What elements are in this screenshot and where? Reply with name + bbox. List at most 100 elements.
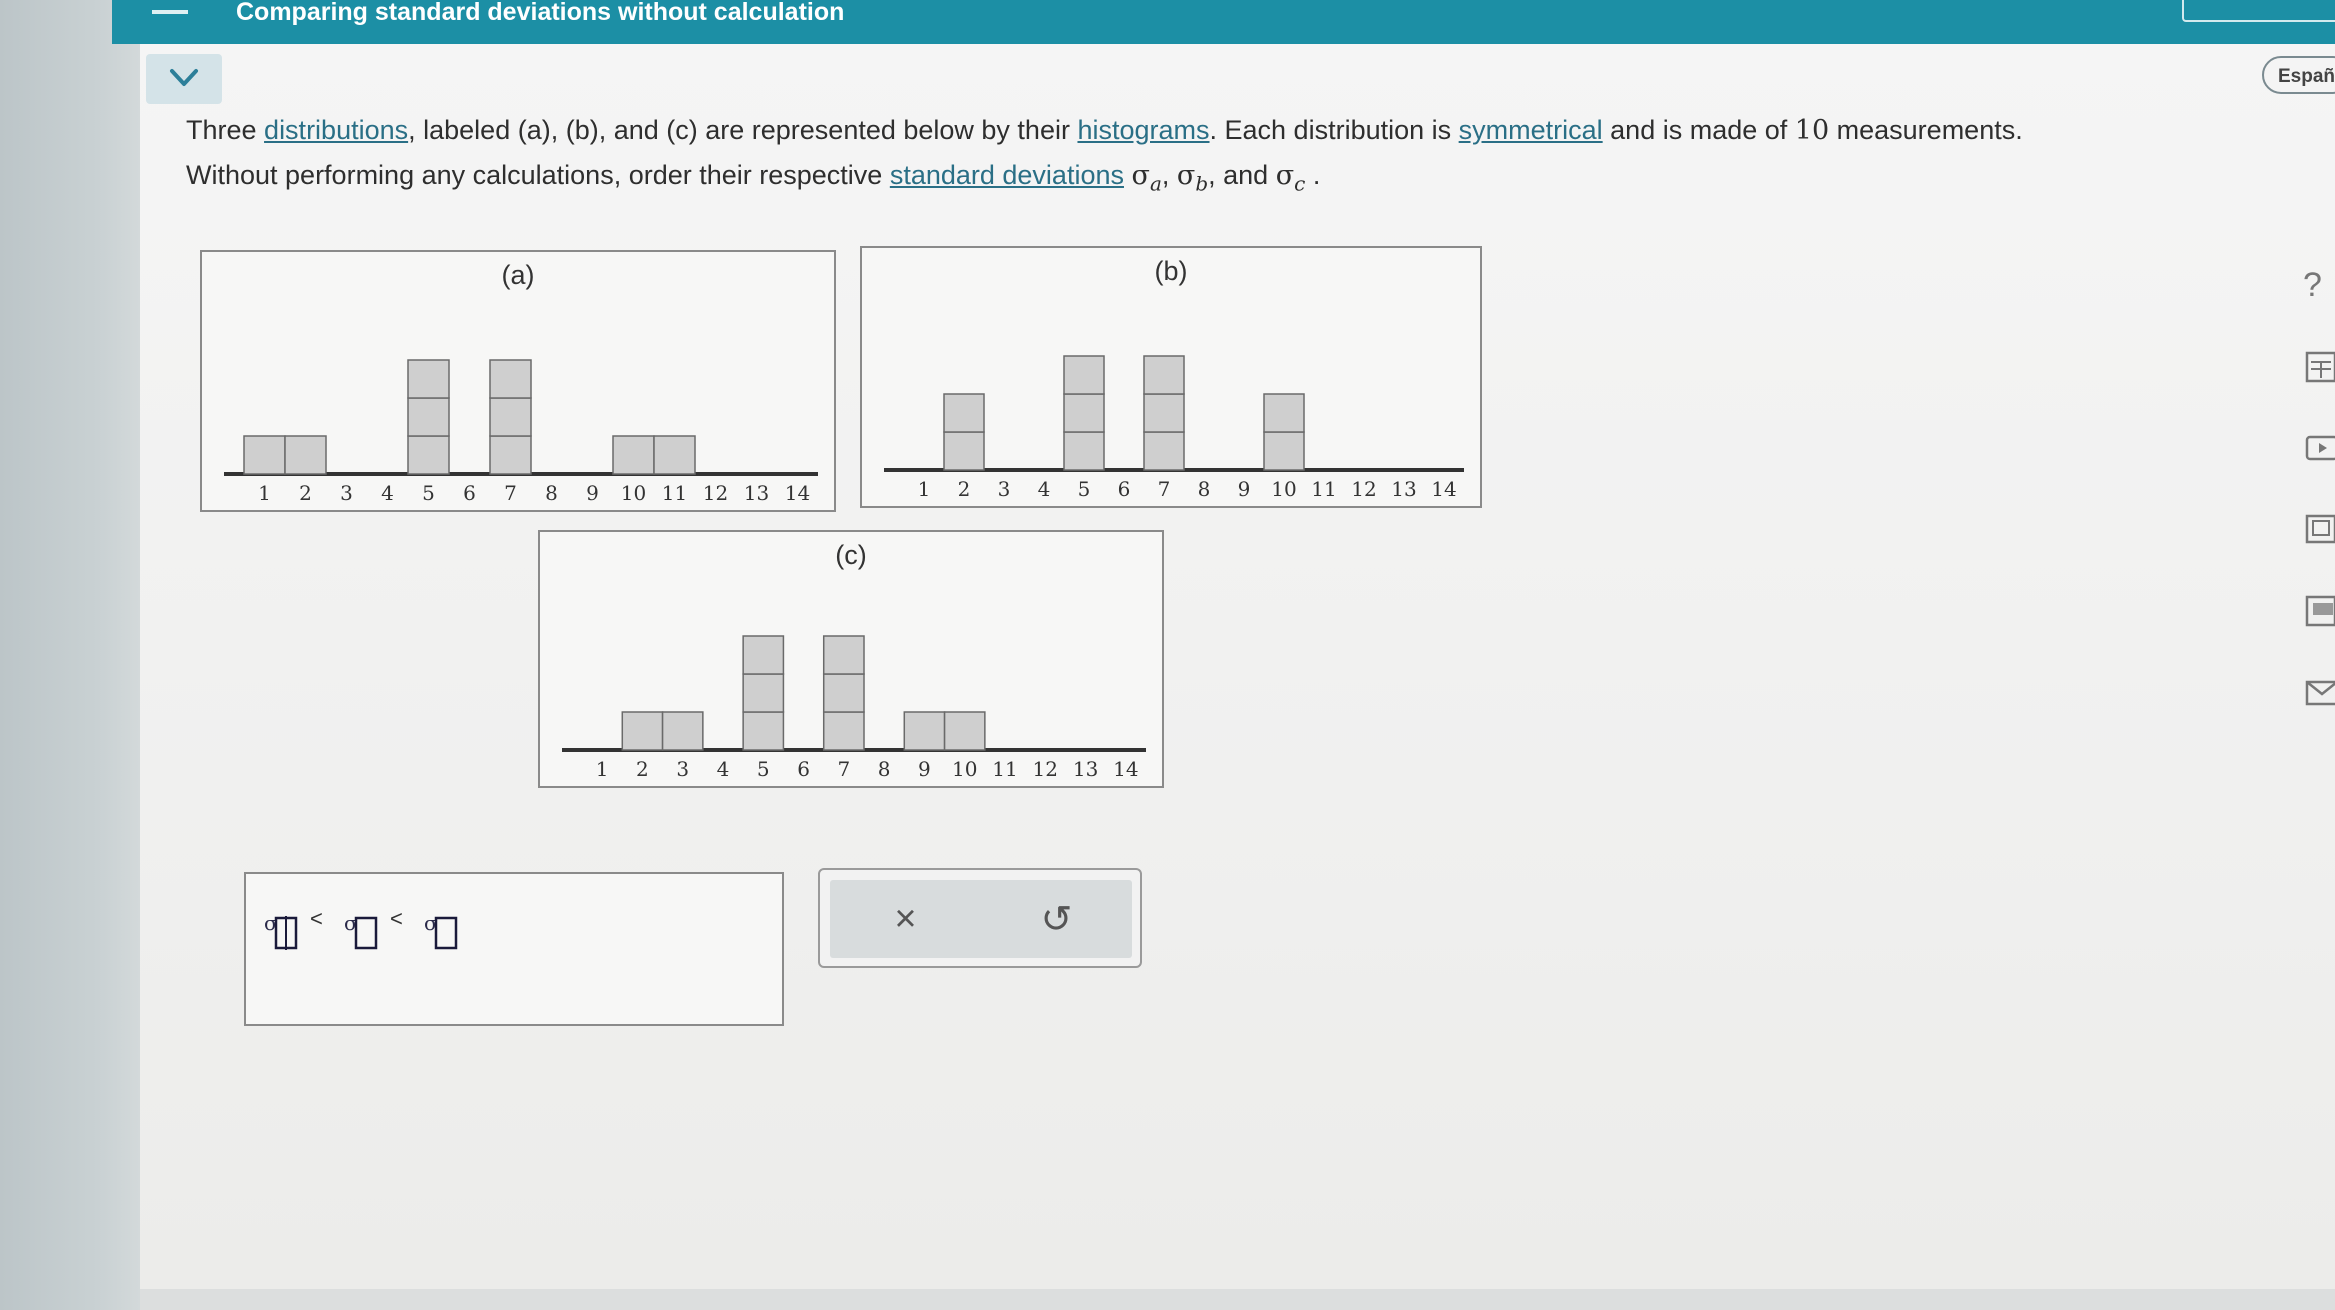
tick-label: 12 <box>1033 757 1058 781</box>
tick-label: 3 <box>676 757 689 781</box>
language-button[interactable]: Españo <box>2262 56 2335 94</box>
tick-label: 11 <box>662 481 687 505</box>
problem-text: measurements. <box>1829 115 2023 145</box>
problem-text: . Each distribution is <box>1209 115 1459 145</box>
histogram-bar <box>742 711 785 751</box>
histogram-bar <box>903 711 946 751</box>
histogram-bar <box>489 359 532 399</box>
histogram-bar <box>1143 393 1185 433</box>
sigma-b: σb <box>1176 160 1209 196</box>
histogram-bar <box>742 635 785 675</box>
histogram-c-plot: 1 2 3 4 5 6 7 8 9 10 11 12 13 14 <box>562 635 1146 781</box>
tick-label: 6 <box>797 757 810 781</box>
tick-label: 9 <box>1238 477 1251 501</box>
less-than-symbol: < <box>310 906 323 931</box>
video-icon[interactable] <box>2303 432 2335 466</box>
histogram-bar <box>661 711 704 751</box>
histogram-bar <box>243 435 286 475</box>
tool-panel: × ↺ <box>818 868 1142 968</box>
histogram-bar <box>407 397 450 437</box>
glossary-icon[interactable] <box>2303 594 2335 628</box>
tick-label: 13 <box>1391 477 1416 501</box>
screen-bezel-left <box>0 0 140 1310</box>
histogram-bar <box>489 435 532 475</box>
tick-label: 7 <box>504 481 517 505</box>
chevron-down-icon <box>170 69 198 86</box>
tick-label: 14 <box>1431 477 1456 501</box>
symmetrical-link[interactable]: symmetrical <box>1459 115 1603 145</box>
tick-label: 12 <box>1351 477 1376 501</box>
tick-label: 2 <box>636 757 649 781</box>
histogram-bar <box>407 435 450 475</box>
textbook-icon[interactable] <box>2303 512 2335 546</box>
histogram-bar <box>822 711 865 751</box>
tick-label: 1 <box>918 477 931 501</box>
tick-label: 9 <box>918 757 931 781</box>
problem-line-1: Three distributions, labeled (a), (b), a… <box>186 108 2186 153</box>
histogram-c: (c) 1 2 3 4 5 6 7 8 9 10 11 12 13 14 <box>538 530 1164 788</box>
histogram-bar <box>1263 393 1305 433</box>
problem-text: Three <box>186 115 265 145</box>
histogram-bar <box>1063 355 1105 395</box>
tick-label: 6 <box>1118 477 1131 501</box>
message-icon[interactable] <box>2303 676 2335 710</box>
tick-label: 5 <box>422 481 435 505</box>
answer-slot-2[interactable] <box>354 916 378 950</box>
tick-label: 7 <box>837 757 850 781</box>
tick-label: 8 <box>878 757 891 781</box>
less-than-symbol: < <box>390 906 403 931</box>
undo-button[interactable]: ↺ <box>981 880 1132 958</box>
page-title: Comparing standard deviations without ca… <box>236 0 845 26</box>
tick-label: 14 <box>785 481 810 505</box>
collapse-button[interactable] <box>146 54 222 104</box>
separator: , <box>1161 160 1177 190</box>
histogram-bar <box>407 359 450 399</box>
tick-label: 13 <box>1073 757 1098 781</box>
answer-slot-3[interactable] <box>434 916 458 950</box>
tick-label: 1 <box>258 481 271 505</box>
tick-label: 10 <box>952 757 977 781</box>
separator: , and <box>1208 160 1276 190</box>
problem-text: , labeled (a), (b), and (c) are represen… <box>408 115 1078 145</box>
histogram-bar <box>822 673 865 713</box>
tick-label: 4 <box>381 481 394 505</box>
histogram-a: (a) 1 2 3 4 5 6 7 8 9 10 11 12 13 14 <box>200 250 836 512</box>
tick-label: 11 <box>992 757 1017 781</box>
tick-label: 9 <box>586 481 599 505</box>
tick-label: 8 <box>545 481 558 505</box>
tick-label: 14 <box>1113 757 1138 781</box>
tick-label: 3 <box>998 477 1011 501</box>
tick-label: 11 <box>1311 477 1336 501</box>
answer-box[interactable]: σ < σ < σ <box>244 872 784 1026</box>
tick-label: 13 <box>744 481 769 505</box>
distributions-link[interactable]: distributions <box>264 115 408 145</box>
standard-deviations-link[interactable]: standard deviations <box>890 160 1124 190</box>
histogram-bar <box>1063 431 1105 471</box>
sigma-a: σa <box>1131 160 1162 196</box>
histogram-bar <box>943 393 985 433</box>
histogram-bar <box>1263 431 1305 471</box>
histogram-bar <box>822 635 865 675</box>
problem-text: Without performing any calculations, ord… <box>186 160 890 190</box>
histograms-link[interactable]: histograms <box>1077 115 1209 145</box>
tick-label: 5 <box>1078 477 1091 501</box>
problem-line-2: Without performing any calculations, ord… <box>186 153 2186 205</box>
histogram-bar <box>1143 355 1185 395</box>
sigma-c: σc <box>1275 160 1306 196</box>
undo-icon: ↺ <box>1040 898 1073 941</box>
tick-label: 7 <box>1158 477 1171 501</box>
tick-label: 6 <box>463 481 476 505</box>
tick-label: 4 <box>1038 477 1051 501</box>
header-tab[interactable] <box>2182 0 2335 22</box>
calculator-icon[interactable] <box>2303 350 2335 384</box>
clear-button[interactable]: × <box>830 880 981 958</box>
header-bar: Comparing standard deviations without ca… <box>112 0 2335 44</box>
help-icon[interactable]: ? <box>2303 266 2335 304</box>
tick-label: 5 <box>757 757 770 781</box>
histogram-bar <box>284 435 327 475</box>
tick-label: 4 <box>717 757 730 781</box>
menu-icon[interactable] <box>152 0 188 14</box>
tick-label: 1 <box>596 757 609 781</box>
histogram-bar <box>742 673 785 713</box>
histogram-b: (b) 1 2 3 4 5 6 7 8 9 10 11 12 13 14 <box>860 246 1482 508</box>
